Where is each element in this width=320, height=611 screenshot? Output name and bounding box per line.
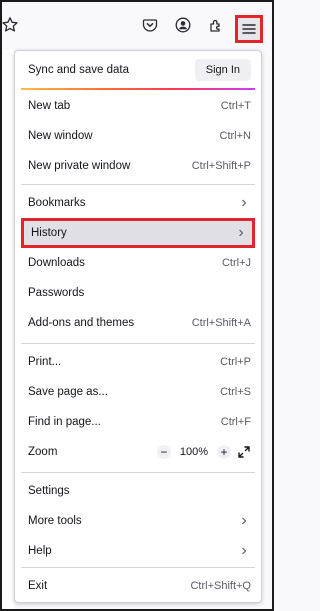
addons-label: Add-ons and themes	[28, 317, 135, 329]
account-icon[interactable]	[173, 15, 193, 35]
hamburger-menu-icon	[242, 23, 256, 35]
menu-item-print[interactable]: Print... Ctrl+P	[21, 347, 255, 377]
zoom-level[interactable]: 100%	[177, 446, 211, 458]
pocket-icon[interactable]	[140, 15, 160, 35]
separator	[21, 567, 255, 568]
zoom-label: Zoom	[28, 446, 58, 458]
menu-item-bookmarks[interactable]: Bookmarks ›	[21, 188, 255, 218]
new-private-window-shortcut: Ctrl+Shift+P	[191, 160, 251, 172]
extensions-icon[interactable]	[206, 15, 226, 35]
menu-item-zoom: Zoom − 100% +	[21, 437, 255, 467]
find-shortcut: Ctrl+F	[220, 416, 251, 428]
page-background	[0, 50, 14, 611]
find-label: Find in page...	[28, 416, 101, 428]
new-tab-label: New tab	[28, 100, 71, 112]
sign-in-button[interactable]: Sign In	[194, 59, 251, 81]
accent-divider	[21, 88, 255, 90]
zoom-out-icon[interactable]: −	[156, 445, 171, 459]
separator	[21, 343, 255, 344]
menu-item-history[interactable]: History ›	[21, 218, 255, 248]
app-menu-panel: Sync and save data Sign In New tab Ctrl+…	[14, 50, 262, 603]
downloads-shortcut: Ctrl+J	[221, 257, 251, 269]
fullscreen-icon[interactable]	[237, 445, 251, 459]
chevron-right-icon: ›	[241, 194, 247, 211]
star-icon[interactable]	[0, 15, 20, 35]
menu-item-help[interactable]: Help ›	[21, 536, 255, 566]
save-page-shortcut: Ctrl+S	[220, 386, 251, 398]
zoom-controls: − 100% +	[156, 445, 251, 459]
separator	[21, 184, 255, 185]
new-private-window-label: New private window	[28, 160, 131, 172]
toolbar	[0, 0, 274, 50]
menu-item-exit[interactable]: Exit Ctrl+Shift+Q	[21, 571, 255, 601]
help-label: Help	[28, 545, 52, 557]
more-tools-label: More tools	[28, 515, 82, 527]
menu-item-downloads[interactable]: Downloads Ctrl+J	[21, 248, 255, 278]
downloads-label: Downloads	[28, 257, 85, 269]
menu-item-passwords[interactable]: Passwords	[21, 278, 255, 308]
settings-label: Settings	[28, 485, 70, 497]
history-label: History	[31, 227, 67, 239]
sync-row: Sync and save data Sign In	[21, 55, 255, 85]
menu-button[interactable]	[235, 15, 263, 43]
print-shortcut: Ctrl+P	[220, 356, 251, 368]
passwords-label: Passwords	[28, 287, 85, 299]
new-window-label: New window	[28, 130, 93, 142]
menu-item-find-in-page[interactable]: Find in page... Ctrl+F	[21, 407, 255, 437]
exit-label: Exit	[28, 580, 48, 592]
menu-item-new-private-window[interactable]: New private window Ctrl+Shift+P	[21, 151, 255, 181]
chevron-right-icon: ›	[241, 542, 247, 559]
bookmarks-label: Bookmarks	[28, 197, 86, 209]
menu-item-addons[interactable]: Add-ons and themes Ctrl+Shift+A	[21, 308, 255, 338]
print-label: Print...	[28, 356, 62, 368]
zoom-in-icon[interactable]: +	[217, 445, 231, 459]
save-page-label: Save page as...	[28, 386, 108, 398]
exit-shortcut: Ctrl+Shift+Q	[190, 580, 251, 592]
addons-shortcut: Ctrl+Shift+A	[191, 317, 251, 329]
separator	[21, 472, 255, 473]
menu-item-new-tab[interactable]: New tab Ctrl+T	[21, 91, 255, 121]
chevron-right-icon: ›	[238, 224, 244, 241]
menu-item-save-page[interactable]: Save page as... Ctrl+S	[21, 377, 255, 407]
menu-item-new-window[interactable]: New window Ctrl+N	[21, 121, 255, 151]
menu-item-more-tools[interactable]: More tools ›	[21, 506, 255, 536]
menu-item-settings[interactable]: Settings	[21, 476, 255, 506]
new-window-shortcut: Ctrl+N	[219, 130, 251, 142]
new-tab-shortcut: Ctrl+T	[220, 100, 251, 112]
sync-label: Sync and save data	[28, 64, 130, 76]
chevron-right-icon: ›	[241, 512, 247, 529]
